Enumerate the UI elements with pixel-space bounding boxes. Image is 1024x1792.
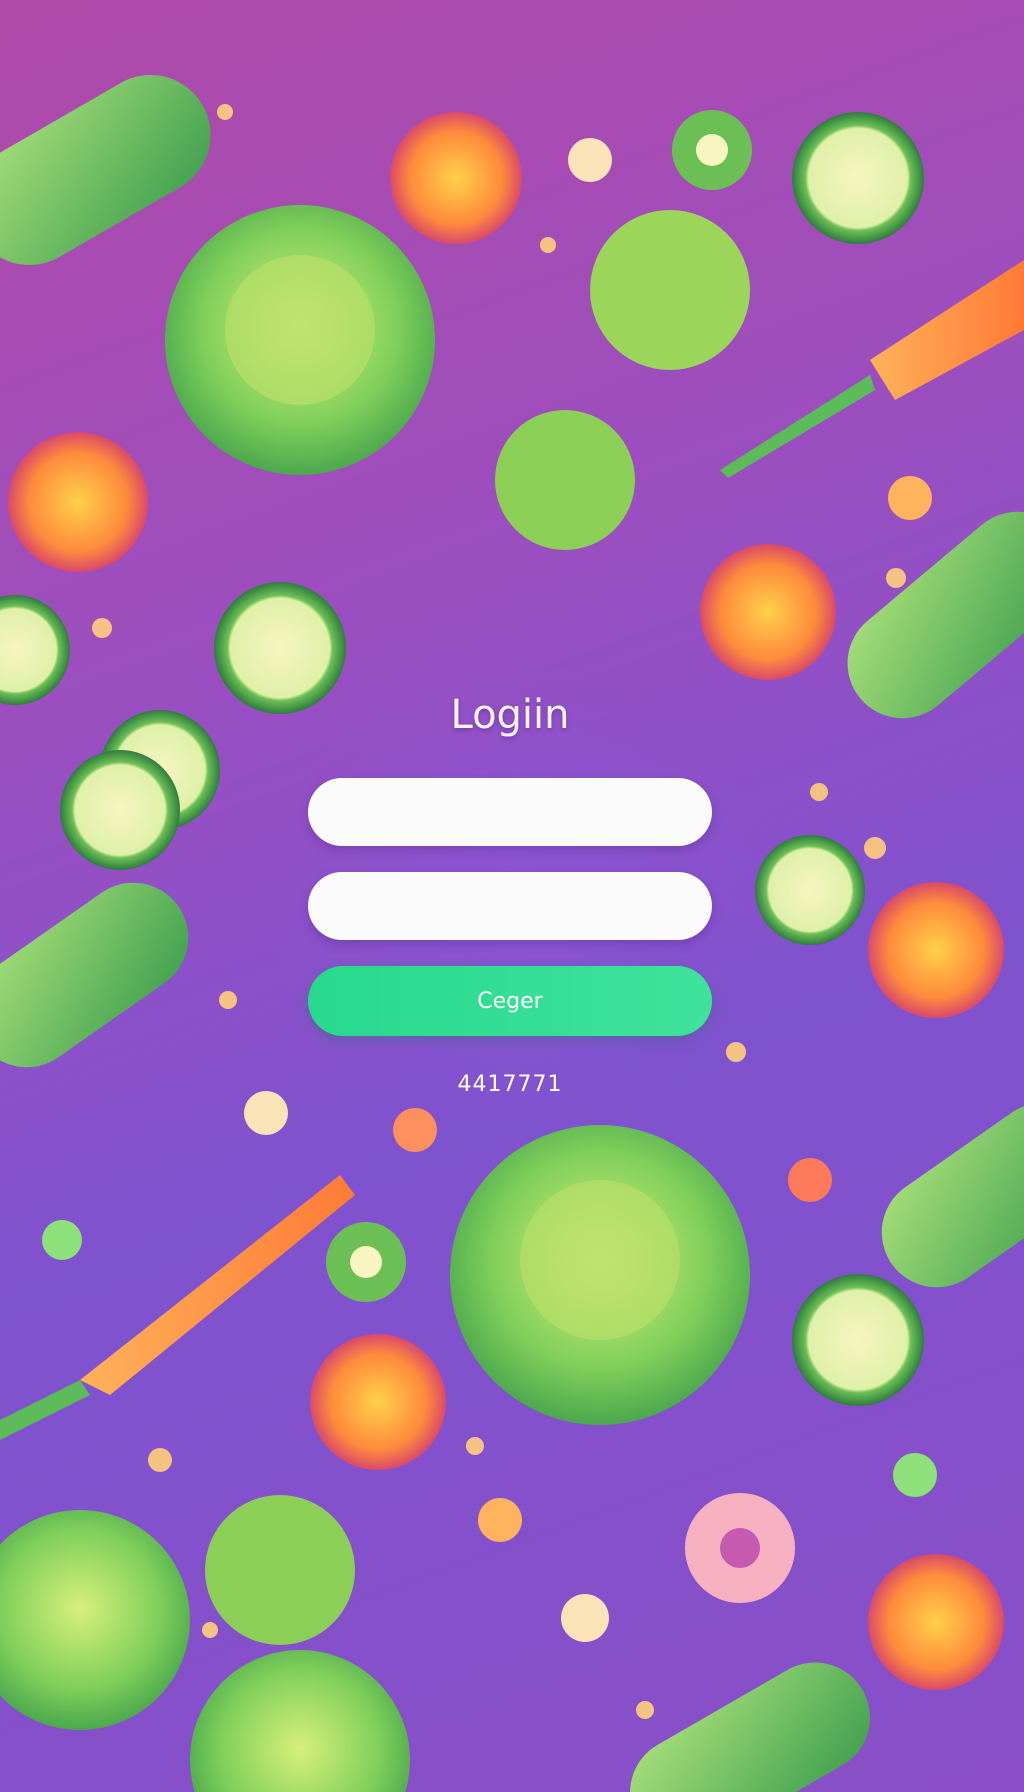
login-panel: Logiin Ceger 4417771 [300, 690, 720, 1130]
login-title: Logiin [450, 692, 570, 738]
login-button[interactable]: Ceger [308, 966, 712, 1036]
password-field[interactable] [308, 872, 712, 940]
username-field[interactable] [308, 778, 712, 846]
footer-text: 4417771 [457, 1072, 563, 1097]
